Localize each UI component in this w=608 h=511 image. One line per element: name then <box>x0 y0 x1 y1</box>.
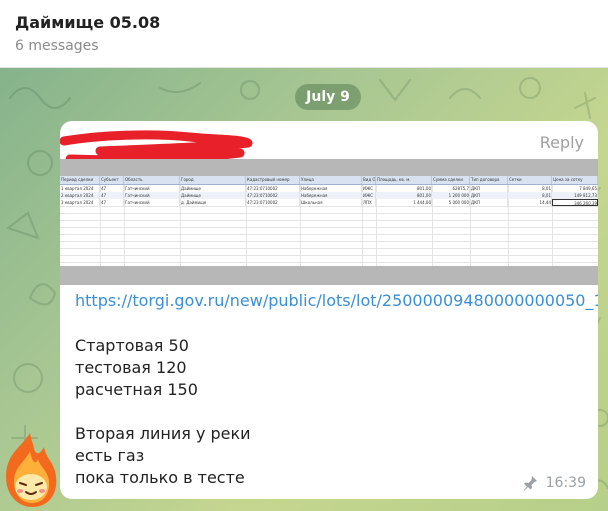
spreadsheet-preview-image[interactable]: Период сделки Субъект Область Город Када… <box>60 159 598 285</box>
table-cell: Даймище <box>180 185 246 192</box>
table-cell: Гатчинский <box>124 185 180 192</box>
table-cell: 47:23:0710002 <box>246 199 300 206</box>
chat-subtitle: 6 messages <box>15 38 99 54</box>
message-line: есть газ <box>75 446 145 465</box>
table-cell: Школьная <box>300 199 362 206</box>
message-time: 16:39 <box>545 475 586 491</box>
message-line: тестовая 120 <box>75 358 187 377</box>
table-row: 3 квартал 2024 47 Гатчинский д. Даймище … <box>60 199 598 206</box>
pin-icon <box>523 476 537 491</box>
sheet-header-cell: Область <box>124 176 180 184</box>
table-cell: ИЖС <box>362 192 376 199</box>
message-line: расчетная 150 <box>75 380 198 399</box>
message-line <box>75 401 251 423</box>
date-pill: July 9 <box>295 84 361 110</box>
sheet-grid: Период сделки Субъект Область Город Када… <box>60 176 598 266</box>
message-meta: 16:39 <box>522 475 586 491</box>
chat-title: Даймище 05.08 <box>15 13 161 32</box>
sheet-header-cell: Улица <box>300 176 362 184</box>
table-cell: 14,44 <box>508 199 552 206</box>
table-cell: 7 849,65 <box>552 185 598 192</box>
table-cell: 801,00 <box>376 192 432 199</box>
sheet-header-row: Период сделки Субъект Область Город Када… <box>60 176 598 185</box>
sheet-header-cell: Город <box>180 176 246 184</box>
table-cell: 47 <box>100 185 124 192</box>
message-line: пока только в тесте <box>75 468 245 487</box>
table-cell: 47:23:0710002 <box>246 192 300 199</box>
table-cell: 2 квартал 2024 <box>60 192 100 199</box>
table-cell: 62875,7 <box>432 185 470 192</box>
table-row: 1 квартал 2024 47 Гатчинский Даймище 47:… <box>60 185 598 192</box>
table-cell: 47 <box>100 199 124 206</box>
sheet-header-cell: Кадастровый номер <box>246 176 300 184</box>
sheet-header-cell: Цена за сотку <box>552 176 598 184</box>
sheet-header-cell: Вид ОП <box>363 176 376 184</box>
lot-link[interactable]: https://torgi.gov.ru/new/public/lots/lot… <box>75 291 598 310</box>
table-cell: 346 260,39 <box>552 199 598 206</box>
fire-mascot-avatar-icon[interactable] <box>0 429 60 511</box>
sheet-header-cell: Тип договора <box>470 176 508 184</box>
table-cell: 3 квартал 2024 <box>60 199 100 206</box>
table-cell: 1 444,00 <box>376 199 432 206</box>
table-cell: 801,00 <box>376 185 432 192</box>
message-line: Стартовая 50 <box>75 336 189 355</box>
sheet-statusbar <box>60 266 598 285</box>
message-text: Стартовая 50 тестовая 120 расчетная 150 … <box>75 335 251 489</box>
table-cell: 8,01 <box>508 192 552 199</box>
sheet-header-cell: Сетки <box>508 176 552 184</box>
table-cell: Набережная <box>300 185 362 192</box>
reply-button[interactable]: Reply <box>540 133 584 152</box>
table-cell: Гатчинский <box>124 192 180 199</box>
sheet-header-cell: Период сделки <box>60 176 100 184</box>
sheet-header-cell: Площадь, кв. м. <box>376 176 432 184</box>
table-cell: ДКП <box>470 199 508 206</box>
sheet-header-cell: Субъект <box>100 176 124 184</box>
table-cell: 1 200 000 <box>432 192 470 199</box>
table-cell: 47:23:0710002 <box>246 185 300 192</box>
table-cell: 47 <box>100 192 124 199</box>
table-cell: 1 квартал 2024 <box>60 185 100 192</box>
sheet-header-cell: Сумма сделки <box>432 176 470 184</box>
chat-header[interactable]: Даймище 05.08 6 messages <box>0 0 608 68</box>
table-cell: ИЖС <box>362 185 376 192</box>
table-cell: ДКП <box>470 192 508 199</box>
table-cell: д. Даймище <box>180 199 246 206</box>
table-cell: 5 000 000 <box>432 199 470 206</box>
table-cell: Гатчинский <box>124 199 180 206</box>
sheet-toolbar <box>60 159 598 176</box>
table-cell: 149 812,73 <box>552 192 598 199</box>
table-cell: ЛПХ <box>362 199 376 206</box>
table-cell: Набережная <box>300 192 362 199</box>
table-cell: ДКП <box>470 185 508 192</box>
message-bubble[interactable]: Reply Период сделки Субъект Область Горо… <box>60 121 598 499</box>
table-cell: 8,01 <box>508 185 552 192</box>
table-cell: Даймище <box>180 192 246 199</box>
message-line: Вторая линия у реки <box>75 424 251 443</box>
table-row: 2 квартал 2024 47 Гатчинский Даймище 47:… <box>60 192 598 199</box>
